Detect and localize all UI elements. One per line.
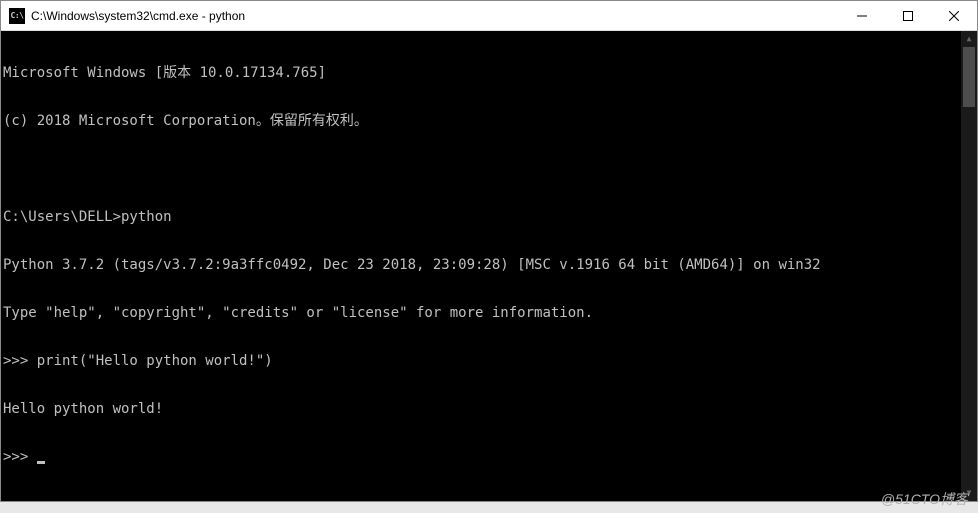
terminal-line: Type "help", "copyright", "credits" or "… bbox=[3, 305, 975, 321]
scroll-up-button[interactable]: ▲ bbox=[961, 31, 977, 47]
maximize-button[interactable] bbox=[885, 1, 931, 30]
terminal-line: C:\Users\DELL>python bbox=[3, 209, 975, 225]
scrollbar[interactable]: ▲ ▼ bbox=[961, 31, 977, 501]
cmd-icon: C:\ bbox=[9, 8, 25, 24]
close-button[interactable] bbox=[931, 1, 977, 30]
terminal-line: (c) 2018 Microsoft Corporation。保留所有权利。 bbox=[3, 113, 975, 129]
maximize-icon bbox=[903, 11, 913, 21]
minimize-button[interactable] bbox=[839, 1, 885, 30]
terminal-prompt: >>> bbox=[3, 449, 37, 465]
terminal-prompt-line: >>> bbox=[3, 449, 975, 465]
terminal-line: Python 3.7.2 (tags/v3.7.2:9a3ffc0492, De… bbox=[3, 257, 975, 273]
scroll-down-button[interactable]: ▼ bbox=[961, 485, 977, 501]
minimize-icon bbox=[857, 11, 867, 21]
terminal-line: Microsoft Windows [版本 10.0.17134.765] bbox=[3, 65, 975, 81]
terminal-area[interactable]: Microsoft Windows [版本 10.0.17134.765] (c… bbox=[1, 31, 977, 501]
close-icon bbox=[949, 11, 959, 21]
scroll-thumb[interactable] bbox=[963, 47, 975, 107]
cursor bbox=[37, 461, 45, 464]
cmd-window: C:\ C:\Windows\system32\cmd.exe - python… bbox=[0, 0, 978, 502]
terminal-line: Hello python world! bbox=[3, 401, 975, 417]
terminal-line bbox=[3, 161, 975, 177]
titlebar[interactable]: C:\ C:\Windows\system32\cmd.exe - python bbox=[1, 1, 977, 31]
window-title: C:\Windows\system32\cmd.exe - python bbox=[31, 9, 839, 23]
window-controls bbox=[839, 1, 977, 30]
terminal-line: >>> print("Hello python world!") bbox=[3, 353, 975, 369]
